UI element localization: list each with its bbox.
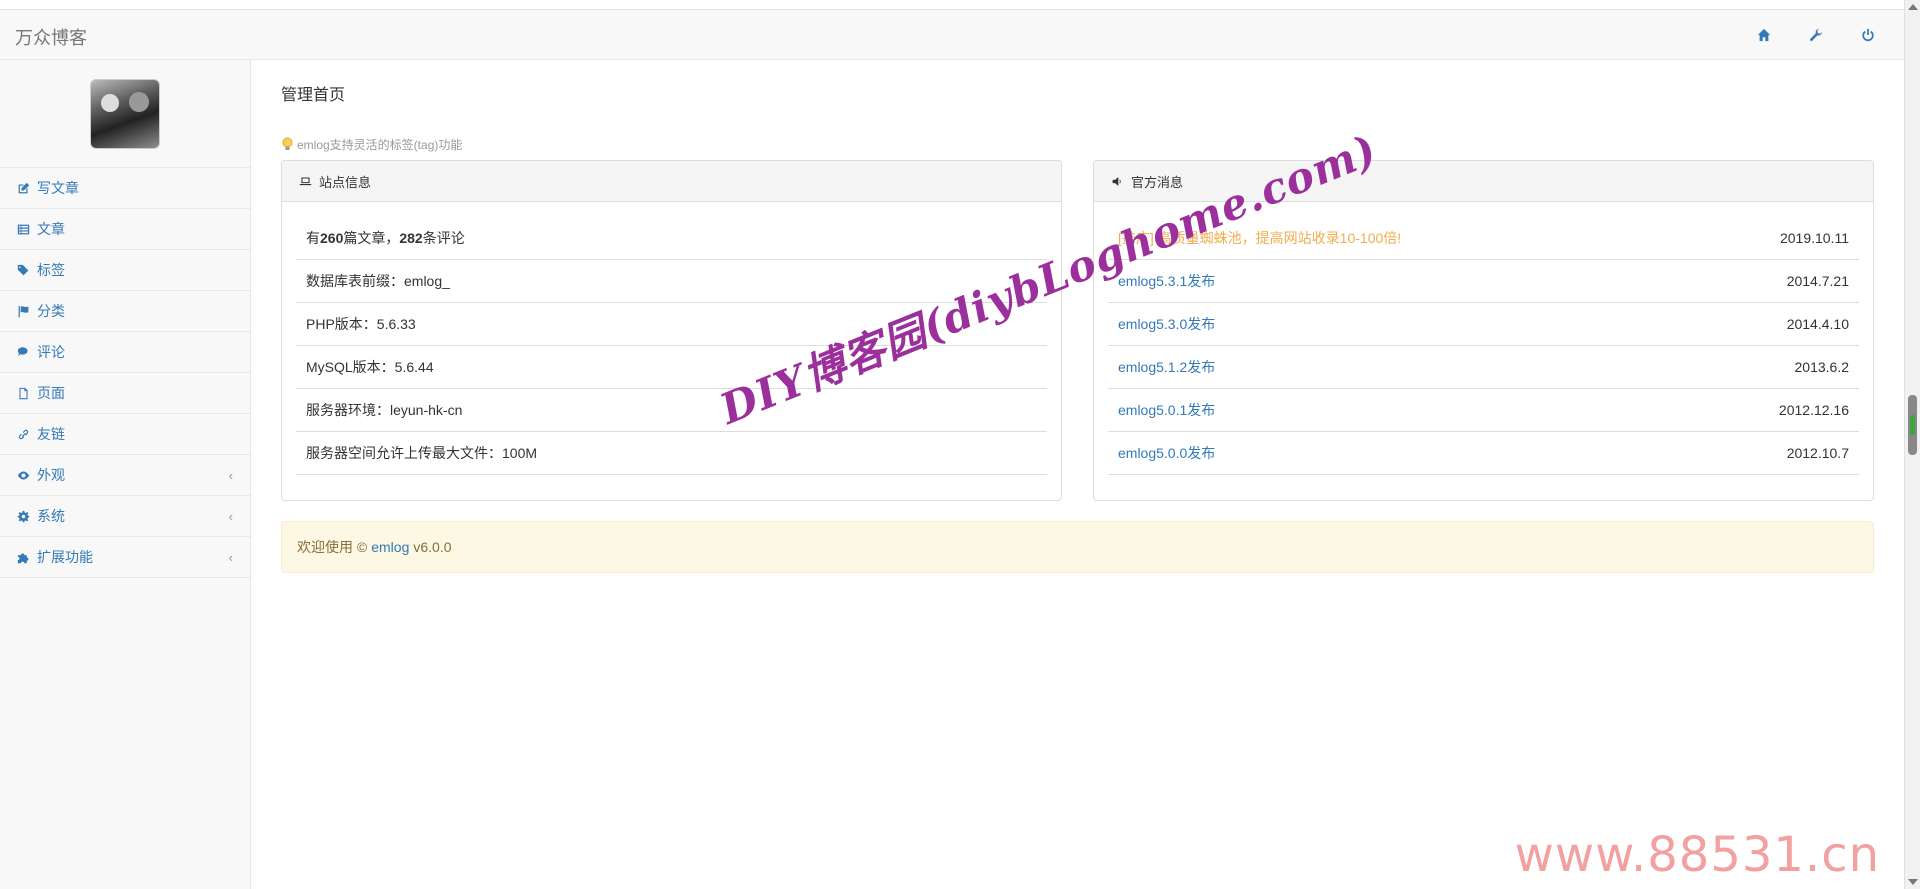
sidebar-item-articles[interactable]: 文章 — [0, 209, 250, 250]
news-item: emlog5.0.1发布 2012.12.16 — [1108, 389, 1859, 432]
sidebar-item-links[interactable]: 友链 — [0, 414, 250, 455]
sidebar-item-categories[interactable]: 分类 — [0, 291, 250, 332]
chevron-left-icon: ‹ — [228, 509, 233, 524]
info-row-upload-limit: 服务器空间允许上传最大文件：100M — [296, 432, 1047, 475]
sidebar-item-label: 评论 — [37, 344, 65, 360]
sidebar-item-label: 扩展功能 — [37, 549, 93, 565]
sidebar-item-label: 标签 — [37, 262, 65, 278]
scroll-thumb[interactable] — [1908, 395, 1917, 455]
stats-text: 有260篇文章，282条评论 — [306, 230, 465, 246]
site-info-title: 站点信息 — [319, 174, 372, 190]
news-date: 2012.10.7 — [1786, 445, 1849, 461]
sidebar-item-label: 系统 — [37, 508, 65, 524]
news-item: emlog5.1.2发布 2013.6.2 — [1108, 346, 1859, 389]
list-icon — [17, 224, 30, 234]
sidebar-item-label: 分类 — [37, 303, 65, 319]
comments-icon — [17, 346, 28, 357]
puzzle-icon — [17, 552, 29, 563]
info-row-server: 服务器环境：leyun-hk-cn — [296, 389, 1047, 432]
sidebar-item-label: 写文章 — [37, 180, 79, 196]
sidebar-item-label: 外观 — [37, 467, 65, 483]
version-text: v6.0.0 — [413, 539, 452, 555]
sidebar-item-label: 友链 — [37, 426, 65, 442]
news-item: emlog5.3.0发布 2014.4.10 — [1108, 303, 1859, 346]
sidebar: 写文章 文章 标签 分类 评论 页面 友链 外观 ‹ 系统 ‹ 扩展功能 ‹ — [0, 60, 251, 889]
sidebar-item-comments[interactable]: 评论 — [0, 332, 250, 373]
emlog-link[interactable]: emlog — [371, 539, 409, 555]
tip-text: emlog支持灵活的标签(tag)功能 — [297, 138, 463, 152]
navbar-icons — [1738, 10, 1894, 60]
sidebar-item-write[interactable]: 写文章 — [0, 168, 250, 209]
flag-icon — [18, 305, 29, 317]
page-scrollbar[interactable] — [1904, 0, 1920, 889]
sidebar-item-tags[interactable]: 标签 — [0, 250, 250, 291]
top-strip — [0, 0, 1904, 10]
avatar[interactable] — [90, 78, 160, 149]
chevron-left-icon: ‹ — [228, 468, 233, 483]
sidebar-item-label: 文章 — [37, 221, 65, 237]
news-title: 官方消息 — [1131, 174, 1184, 190]
news-link[interactable]: emlog5.3.0发布 — [1118, 314, 1215, 334]
news-date: 2013.6.2 — [1794, 359, 1850, 375]
news-item: emlog5.0.0发布 2012.10.7 — [1108, 432, 1859, 475]
news-body: [推广] 高质量蜘蛛池，提高网站收录10-100倍! 2019.10.11 em… — [1094, 202, 1873, 490]
eye-icon — [17, 470, 30, 480]
laptop-icon — [299, 176, 312, 185]
corner-watermark: www.88531.cn — [1514, 827, 1880, 883]
home-icon[interactable] — [1738, 10, 1790, 60]
volume-icon — [1112, 176, 1121, 186]
welcome-alert: 欢迎使用 © emlog v6.0.0 — [281, 521, 1874, 573]
news-link[interactable]: emlog5.0.1发布 — [1118, 400, 1215, 420]
power-icon[interactable] — [1842, 10, 1894, 60]
pencil-square-icon — [18, 182, 30, 193]
tip-line: emlog支持灵活的标签(tag)功能 — [281, 136, 462, 153]
sidebar-item-appearance[interactable]: 外观 ‹ — [0, 455, 250, 496]
link-icon — [18, 429, 29, 439]
wrench-icon[interactable] — [1790, 10, 1842, 60]
page-title: 管理首页 — [281, 87, 346, 104]
welcome-prefix: 欢迎使用 © — [297, 539, 368, 555]
sidebar-item-pages[interactable]: 页面 — [0, 373, 250, 414]
file-icon — [19, 387, 28, 399]
gear-icon — [17, 510, 30, 522]
site-info-heading: 站点信息 — [282, 161, 1061, 202]
stats-row: 有260篇文章，282条评论 — [296, 217, 1047, 260]
sidebar-item-system[interactable]: 系统 ‹ — [0, 496, 250, 537]
navbar: 万众博客 — [0, 10, 1904, 60]
lightbulb-icon — [282, 137, 293, 150]
comment-count: 282 — [399, 230, 423, 246]
sidebar-item-extensions[interactable]: 扩展功能 ‹ — [0, 537, 250, 578]
avatar-area — [0, 60, 250, 168]
post-count: 260 — [320, 230, 344, 246]
brand-title[interactable]: 万众博客 — [15, 24, 87, 50]
news-link[interactable]: emlog5.1.2发布 — [1118, 357, 1215, 377]
tags-icon — [17, 264, 29, 275]
chevron-left-icon: ‹ — [228, 550, 233, 565]
news-date: 2014.4.10 — [1786, 316, 1849, 332]
scroll-down-arrow[interactable] — [1908, 879, 1918, 885]
news-item: emlog5.3.1发布 2014.7.21 — [1108, 260, 1859, 303]
news-date: 2019.10.11 — [1779, 230, 1849, 246]
news-date: 2012.12.16 — [1778, 402, 1849, 418]
sidebar-item-label: 页面 — [37, 385, 65, 401]
news-link[interactable]: emlog5.0.0发布 — [1118, 443, 1215, 463]
scroll-up-arrow[interactable] — [1908, 4, 1918, 10]
news-date: 2014.7.21 — [1786, 273, 1849, 289]
